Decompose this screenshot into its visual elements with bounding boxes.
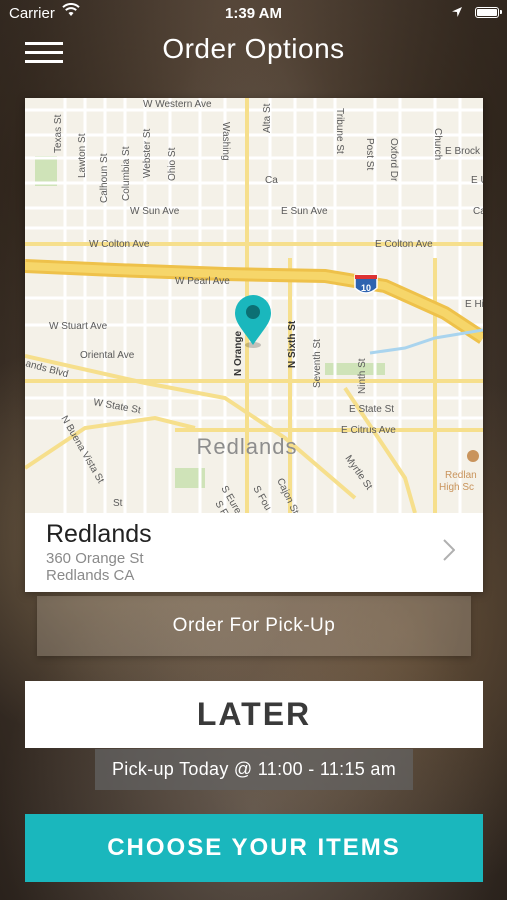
order-type-pickup[interactable]: Order For Pick-Up	[37, 596, 471, 656]
map-street-label: Ohio St	[167, 147, 178, 181]
store-address: 360 Orange St	[46, 550, 144, 567]
choose-items-button[interactable]: CHOOSE YOUR ITEMS	[25, 814, 483, 882]
map-street-label: St	[113, 498, 123, 509]
map-street-label: W Sun Ave	[130, 206, 180, 217]
status-bar: Carrier 1:39 AM	[0, 0, 507, 28]
map-street-label: Ninth St	[357, 358, 368, 394]
highway-shield-number: 10	[361, 283, 371, 293]
map-street-label: Tribune St	[334, 108, 345, 154]
map-street-label: W Pearl Ave	[175, 276, 230, 287]
map-street-label: E Hi	[465, 299, 483, 310]
map-street-label: Oriental Ave	[80, 350, 135, 361]
store-city: Redlands CA	[46, 567, 135, 584]
map-poi-label: Redlan	[445, 470, 477, 481]
map-street-label: E State St	[349, 404, 394, 415]
map-poi-label: High Sc	[439, 482, 474, 493]
store-name: Redlands	[46, 520, 152, 548]
map-street-label: E Brock	[445, 146, 481, 157]
map-street-label: Oxford Dr	[388, 138, 399, 182]
store-selector[interactable]: Redlands 360 Orange St Redlands CA	[25, 513, 483, 592]
highway-shield-icon: 10	[354, 274, 378, 294]
map-street-label: Lawton St	[77, 133, 88, 178]
map-street-label: Alta St	[262, 103, 273, 133]
map-street-label: N Orange	[233, 331, 244, 376]
later-button[interactable]: LATER	[25, 681, 483, 748]
map-street-label: E Union Ave	[471, 175, 483, 186]
map-street-label: Church	[432, 128, 443, 160]
map-city-label: Redlands	[197, 434, 298, 459]
map-street-label: Webster St	[142, 129, 153, 178]
map-street-label: E Colton Ave	[375, 239, 433, 250]
map-street-label: E Citrus Ave	[341, 425, 396, 436]
map-street-label: Post St	[364, 138, 375, 170]
nav-bar: Order Options	[0, 28, 507, 76]
map-street-label: E Sun Ave	[281, 206, 328, 217]
chevron-right-icon	[443, 539, 455, 561]
map-street-label: Seventh St	[312, 339, 323, 388]
map-street-label: N Sixth St	[287, 320, 298, 368]
map-street-label: Washing	[220, 122, 231, 161]
map-street-label: W Stuart Ave	[49, 321, 108, 332]
school-poi-icon	[467, 450, 479, 462]
location-card: 10 W Western Ave Washing Tribune St Post St…	[25, 98, 483, 592]
pickup-time-label: Pick-up Today @ 11:00 - 11:15 am	[95, 749, 413, 790]
map-street-label: W Colton Ave	[89, 239, 150, 250]
battery-icon	[475, 7, 502, 18]
map-street-label: Ca	[473, 206, 483, 217]
page-title: Order Options	[162, 33, 345, 64]
map-street-label: Ca	[265, 175, 278, 186]
location-arrow-icon	[451, 5, 463, 22]
store-map[interactable]: 10 W Western Ave Washing Tribune St Post St…	[25, 98, 483, 513]
map-street-label: Texas St	[53, 114, 64, 153]
map-street-label: Columbia St	[121, 146, 132, 201]
clock: 1:39 AM	[225, 5, 282, 22]
map-street-label: Calhoun St	[99, 153, 110, 203]
map-street-label: W Western Ave	[143, 99, 212, 110]
